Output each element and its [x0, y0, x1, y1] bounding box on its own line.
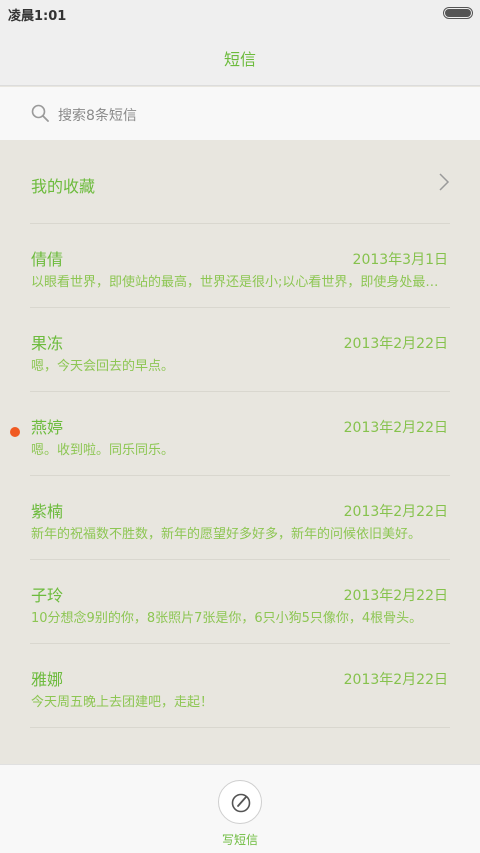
message-item[interactable]: 子玲 2013年2月22日 10分想念9别的你，8张照片7张是你，6只小狗5只像你，…: [0, 560, 480, 644]
compose-button[interactable]: [218, 780, 262, 824]
message-item[interactable]: 雅娜 2013年2月22日今天周五晚上去团建吧，走起！: [0, 644, 480, 728]
message-item[interactable]: 倩倩 2013年3月1日以眼看世界，即使站的最高，世界还是很小;以心看世界，即使身…: [0, 224, 480, 308]
message-date: 2013年2月22日: [343, 672, 448, 688]
message-preview: 嗯，今天会回去的早点。: [31, 359, 175, 374]
message-preview: 10分想念9别的你，8张照片7张是你，6只小狗5只像你，4根骨头。: [31, 611, 423, 626]
message-preview: 新年的祝福数不胜数，新年的愿望好多好多，新年的问候依旧美好。: [31, 527, 422, 542]
message-preview: 以眼看世界，即使站的最高，世界还是很小;以心看世界，即使身处最低，世界也是很大。: [31, 275, 448, 290]
contact-name: 子玲: [31, 586, 64, 605]
favorites-row[interactable]: 我的收藏: [30, 140, 450, 224]
status-bar: 凌晨1:01: [0, 0, 480, 26]
message-preview: 嗯。收到啦。同乐同乐。: [31, 443, 175, 458]
battery-icon: [443, 7, 473, 19]
contact-name: 倩倩: [31, 250, 64, 269]
compose-label: 写短信: [221, 833, 258, 847]
chevron-right-icon: [439, 173, 450, 191]
search-bar[interactable]: 搜索8条短信: [0, 87, 480, 140]
message-date: 2013年2月22日: [343, 588, 448, 604]
status-time: 凌晨1:01: [8, 9, 67, 24]
message-date: 2013年3月1日: [352, 252, 448, 268]
message-item[interactable]: 燕婷 2013年2月22日嗯。收到啦。同乐同乐。: [0, 392, 480, 476]
message-preview: 今天周五晚上去团建吧，走起！: [31, 695, 214, 710]
search-input[interactable]: 搜索8条短信: [58, 105, 137, 125]
contact-name: 雅娜: [31, 670, 64, 689]
message-date: 2013年2月22日: [343, 504, 448, 520]
contact-name: 果冻: [31, 334, 64, 353]
contact-name: 紫楠: [31, 502, 64, 521]
unread-dot: [10, 427, 20, 437]
search-icon: [31, 104, 49, 122]
message-item[interactable]: 果冻 2013年2月22日嗯，今天会回去的早点。: [0, 308, 480, 392]
compose-icon: [231, 793, 251, 813]
message-date: 2013年2月22日: [343, 336, 448, 352]
message-date: 2013年2月22日: [343, 420, 448, 436]
title-bar: 短信: [0, 26, 480, 86]
message-item[interactable]: 紫楠 2013年2月22日新年的祝福数不胜数，新年的愿望好多好多，新年的问候依旧美…: [0, 476, 480, 560]
page-title: 短信: [223, 50, 256, 69]
message-list: 倩倩 2013年3月1日以眼看世界，即使站的最高，世界还是很小;以心看世界，即使身…: [0, 224, 480, 728]
favorites-label: 我的收藏: [31, 177, 96, 196]
contact-name: 燕婷: [31, 418, 64, 437]
bottom-bar: 写短信: [0, 764, 480, 853]
